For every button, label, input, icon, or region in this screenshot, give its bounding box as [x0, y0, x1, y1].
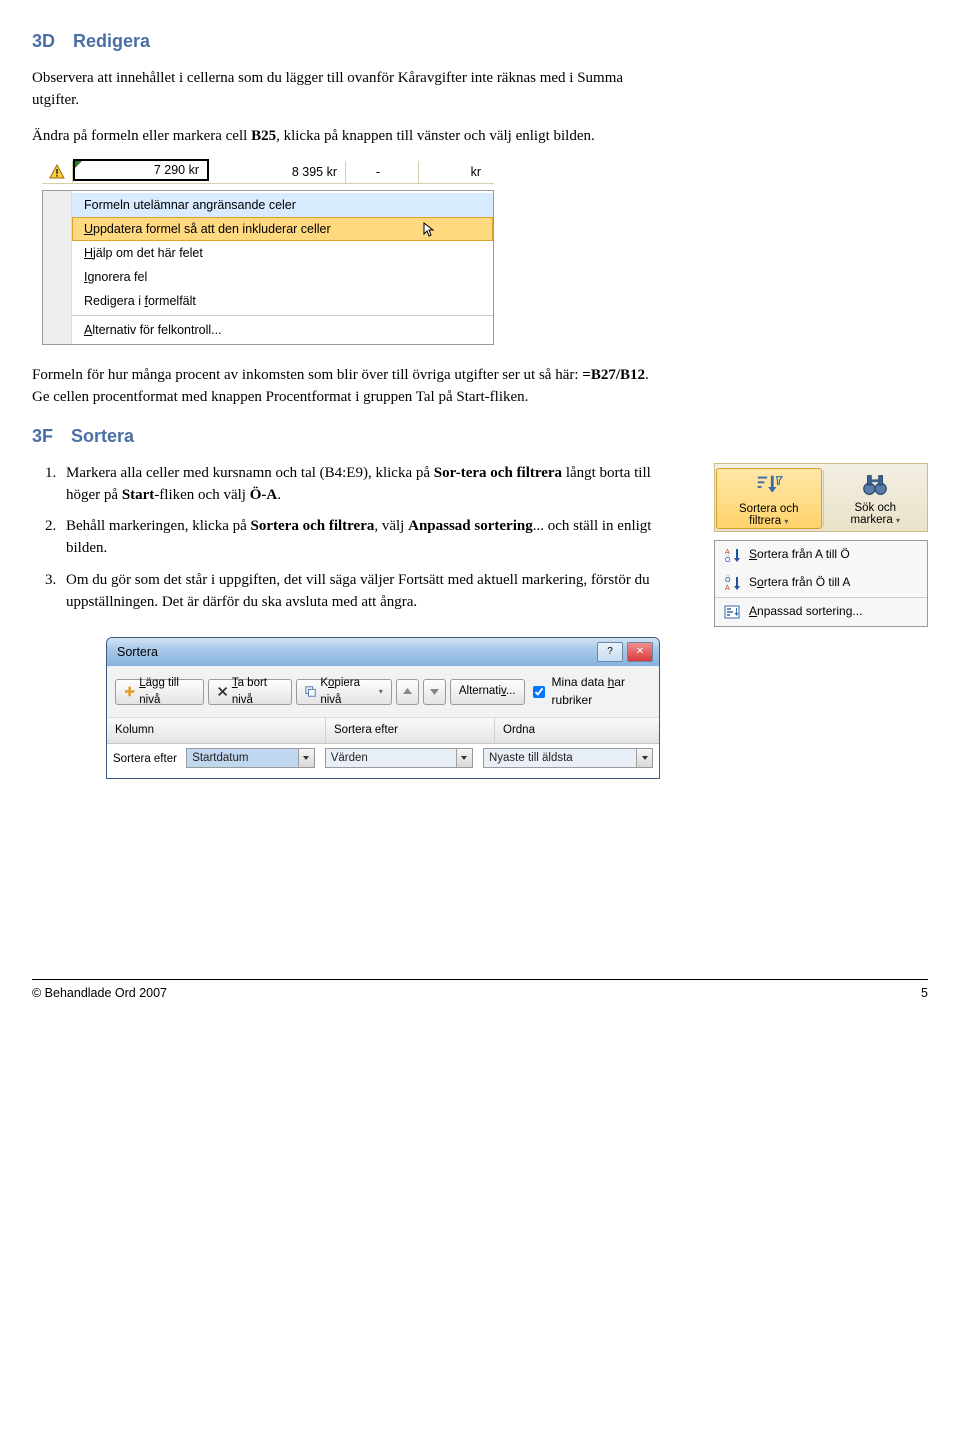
- body-3d: Observera att innehållet i cellerna som …: [32, 68, 652, 147]
- dropdown-arrow-icon: ▾: [896, 516, 900, 525]
- dialog-titlebar: Sortera ? ✕: [107, 638, 659, 666]
- screenshot-ribbon: Sortera ochfiltrera ▾ Sök ochmarkera ▾: [714, 463, 928, 532]
- combo-sorton[interactable]: Värden: [325, 748, 473, 768]
- screenshot-sort-menu: AÖ Sortera från A till Ö ÖA Sortera från…: [714, 540, 928, 627]
- section-3d-heading: 3D Redigera: [32, 28, 928, 54]
- menu-ignore-item[interactable]: Ignorera fel: [72, 265, 493, 289]
- cell-c3[interactable]: -: [346, 161, 419, 183]
- sort-filter-button[interactable]: Sortera ochfiltrera ▾: [716, 468, 822, 529]
- cells-row: 7 290 kr 8 395 kr - kr: [42, 161, 494, 184]
- screenshot-sort-dialog: Sortera ? ✕ Lägg till nivå Ta bort nivå …: [106, 637, 660, 778]
- section-3d-num: 3D: [32, 31, 55, 51]
- find-select-label: Sök ochmarkera ▾: [851, 502, 900, 527]
- cell-c4[interactable]: kr: [419, 161, 489, 183]
- step-1: Markera alla celler med kursnamn och tal…: [60, 463, 680, 507]
- svg-text:Ö: Ö: [725, 556, 731, 564]
- arrow-up-icon: [401, 685, 414, 698]
- page-footer: © Behandlade Ord 2007 5: [32, 979, 928, 1002]
- sort-asc-icon: AÖ: [723, 546, 741, 564]
- combo-arrow-icon[interactable]: [636, 749, 652, 767]
- help-button[interactable]: ?: [597, 642, 623, 662]
- sort-filter-icon: [754, 471, 784, 501]
- error-indicator-icon[interactable]: [42, 161, 73, 183]
- options-button[interactable]: Alternativ...: [450, 679, 525, 705]
- error-dropdown-menu: Formeln utelämnar angränsande celer Uppd…: [42, 190, 494, 345]
- combo-order[interactable]: Nyaste till äldsta: [483, 748, 653, 768]
- col-header-ordna: Ordna: [495, 718, 659, 743]
- add-level-button[interactable]: Lägg till nivå: [115, 679, 204, 705]
- combo-arrow-icon[interactable]: [298, 749, 314, 767]
- p-3d-formula: Formeln för hur många procent av inkomst…: [32, 365, 652, 409]
- svg-text:A: A: [725, 549, 730, 556]
- sort-desc-icon: ÖA: [723, 574, 741, 592]
- screenshot-error-menu: 7 290 kr 8 395 kr - kr Formeln utelämnar…: [42, 161, 494, 345]
- section-3f-title: Sortera: [71, 426, 134, 446]
- p-3d-2: Ändra på formeln eller markera cell B25,…: [32, 126, 652, 148]
- remove-icon: [217, 685, 228, 698]
- move-down-button[interactable]: [423, 679, 446, 705]
- step-3: Om du gör som det står i uppgiften, det …: [60, 570, 680, 614]
- cursor-icon: [422, 222, 436, 242]
- copy-icon: [305, 685, 316, 698]
- col-header-kolumn: Kolumn: [107, 718, 326, 743]
- menu-title-item: Formeln utelämnar angränsande celer: [72, 193, 493, 217]
- custom-sort-icon: [723, 603, 741, 621]
- section-3d-title: Redigera: [73, 31, 150, 51]
- steps-list: Markera alla celler med kursnamn och tal…: [32, 463, 680, 614]
- arrow-down-icon: [428, 685, 441, 698]
- dialog-toolbar: Lägg till nivå Ta bort nivå Kopiera nivå…: [107, 666, 659, 718]
- sort-desc-item[interactable]: ÖA Sortera från Ö till A: [715, 569, 927, 597]
- sort-row-1: Sortera efter Startdatum Värden Nyaste t…: [107, 744, 659, 778]
- combo-arrow-icon[interactable]: [456, 749, 472, 767]
- copy-level-button[interactable]: Kopiera nivå ▾: [296, 679, 392, 705]
- footer-copyright: © Behandlade Ord 2007: [32, 984, 167, 1002]
- close-button[interactable]: ✕: [627, 642, 653, 662]
- menu-update-item[interactable]: Uppdatera formel så att den inkluderar c…: [72, 217, 493, 241]
- section-3f-heading: 3F Sortera: [32, 423, 928, 449]
- dropdown-arrow-icon: ▾: [784, 517, 788, 526]
- section-3f-num: 3F: [32, 426, 53, 446]
- menu-help-item[interactable]: Hjälp om det här felet: [72, 241, 493, 265]
- body-3d-formula: Formeln för hur många procent av inkomst…: [32, 365, 652, 409]
- menu-edit-item[interactable]: Redigera i formelfält: [72, 289, 493, 313]
- step-2: Behåll markeringen, klicka på Sortera oc…: [60, 516, 680, 560]
- headers-checkbox-input[interactable]: [533, 686, 545, 698]
- cell-c2[interactable]: 8 395 kr: [209, 161, 346, 183]
- remove-level-button[interactable]: Ta bort nivå: [208, 679, 293, 705]
- add-icon: [124, 685, 135, 698]
- custom-sort-item[interactable]: Anpassad sortering...: [715, 597, 927, 626]
- move-up-button[interactable]: [396, 679, 419, 705]
- col-header-sortera: Sortera efter: [326, 718, 495, 743]
- p-3d-1: Observera att innehållet i cellerna som …: [32, 68, 652, 112]
- footer-page-number: 5: [921, 984, 928, 1002]
- combo-column[interactable]: Startdatum: [186, 748, 315, 768]
- svg-text:A: A: [725, 585, 730, 592]
- menu-separator: [72, 315, 493, 316]
- binoculars-icon: [860, 470, 890, 500]
- row-label: Sortera efter: [113, 748, 182, 768]
- sort-asc-item[interactable]: AÖ Sortera från A till Ö: [715, 541, 927, 569]
- headers-checkbox[interactable]: Mina data har rubriker: [529, 674, 651, 709]
- menu-options-item[interactable]: Alternativ för felkontroll...: [72, 318, 493, 342]
- cell-selected[interactable]: 7 290 kr: [73, 159, 209, 181]
- dialog-title: Sortera: [117, 643, 593, 661]
- svg-text:Ö: Ö: [725, 576, 731, 584]
- sort-filter-label: Sortera ochfiltrera ▾: [739, 503, 798, 528]
- menu-icon-column: [43, 191, 72, 344]
- grid-header-row: Kolumn Sortera efter Ordna: [107, 718, 659, 744]
- find-select-button[interactable]: Sök ochmarkera ▾: [824, 468, 928, 529]
